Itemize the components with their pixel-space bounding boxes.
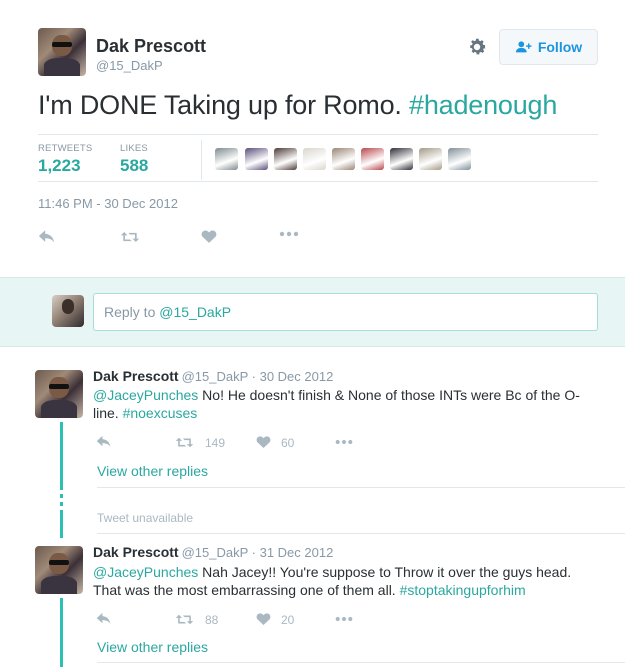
more-icon[interactable]: [335, 616, 353, 622]
reply-avatar[interactable]: [35, 370, 83, 418]
reply-author-name[interactable]: Dak Prescott: [93, 544, 179, 560]
reply-meta[interactable]: @15_DakP · 31 Dec 2012: [182, 545, 334, 560]
divider: [97, 662, 625, 663]
thread-line-dotted: [60, 502, 63, 506]
tweet-text: I'm DONE Taking up for Romo. #hadenough: [38, 90, 557, 121]
hashtag-link[interactable]: #noexcuses: [123, 405, 198, 421]
reply-icon[interactable]: [96, 612, 112, 625]
reply-author[interactable]: Dak Prescott @15_DakP · 30 Dec 2012: [93, 368, 333, 384]
liker-avatar[interactable]: [361, 148, 384, 170]
more-icon[interactable]: [335, 439, 353, 445]
author-name[interactable]: Dak Prescott: [96, 36, 206, 57]
liker-avatar[interactable]: [215, 148, 238, 170]
like-count: 20: [281, 613, 295, 627]
liker-avatar[interactable]: [245, 148, 268, 170]
thread-line: [60, 422, 63, 490]
likes-label: LIKES: [120, 143, 148, 154]
thread-line-dotted: [60, 494, 63, 498]
reply-text: @JaceyPunches No! He doesn't finish & No…: [93, 386, 593, 422]
like-icon[interactable]: [256, 435, 271, 449]
more-icon[interactable]: [279, 231, 299, 237]
follow-label: Follow: [537, 39, 583, 55]
follow-button[interactable]: Follow: [499, 29, 598, 65]
hashtag-link[interactable]: #stoptakingupforhim: [400, 582, 526, 598]
reply-input[interactable]: Reply to @15_DakP: [93, 293, 598, 331]
divider: [38, 134, 598, 135]
like-count: 60: [281, 436, 295, 450]
reply-text: @JaceyPunches Nah Jacey!! You're suppose…: [93, 563, 593, 599]
stats-divider: [201, 140, 202, 180]
divider: [38, 181, 598, 182]
mention-link[interactable]: @JaceyPunches: [93, 387, 198, 403]
retweets-count[interactable]: 1,223: [38, 156, 81, 176]
thread-line: [60, 598, 63, 667]
reply-meta[interactable]: @15_DakP · 30 Dec 2012: [182, 369, 334, 384]
tweet-timestamp[interactable]: 11:46 PM - 30 Dec 2012: [38, 196, 178, 211]
liker-avatar[interactable]: [274, 148, 297, 170]
tweet-unavailable-text: Tweet unavailable: [97, 511, 194, 525]
retweet-icon[interactable]: [175, 436, 194, 449]
retweet-icon[interactable]: [120, 230, 140, 244]
retweet-icon[interactable]: [175, 613, 194, 626]
likes-count[interactable]: 588: [120, 156, 148, 176]
thread-line: [60, 510, 63, 538]
reply-icon[interactable]: [38, 229, 56, 244]
view-other-replies-link[interactable]: View other replies: [97, 639, 208, 655]
gear-icon[interactable]: [466, 36, 488, 58]
retweet-count: 149: [205, 436, 226, 450]
author-avatar[interactable]: [38, 28, 86, 76]
tweet-text-main: I'm DONE Taking up for Romo.: [38, 90, 409, 120]
author-handle[interactable]: @15_DakP: [96, 58, 163, 73]
divider: [97, 487, 625, 488]
hashtag-link[interactable]: #hadenough: [409, 90, 557, 120]
liker-avatar[interactable]: [390, 148, 413, 170]
view-other-replies-link[interactable]: View other replies: [97, 463, 208, 479]
follow-user-icon: [515, 41, 532, 53]
reply-author[interactable]: Dak Prescott @15_DakP · 31 Dec 2012: [93, 544, 333, 560]
reply-prefix: Reply to: [104, 304, 160, 320]
liker-avatar[interactable]: [419, 148, 442, 170]
reply-avatar[interactable]: [35, 546, 83, 594]
current-user-avatar: [52, 295, 84, 327]
reply-icon[interactable]: [96, 435, 112, 448]
liker-avatar[interactable]: [448, 148, 471, 170]
reply-handle: @15_DakP: [159, 304, 232, 320]
mention-link[interactable]: @JaceyPunches: [93, 564, 198, 580]
retweet-count: 88: [205, 613, 219, 627]
divider: [97, 533, 625, 534]
liker-avatar[interactable]: [303, 148, 326, 170]
liker-avatar[interactable]: [332, 148, 355, 170]
like-icon[interactable]: [256, 612, 271, 626]
like-icon[interactable]: [201, 229, 217, 244]
reply-author-name[interactable]: Dak Prescott: [93, 368, 179, 384]
retweets-label: RETWEETS: [38, 143, 93, 154]
